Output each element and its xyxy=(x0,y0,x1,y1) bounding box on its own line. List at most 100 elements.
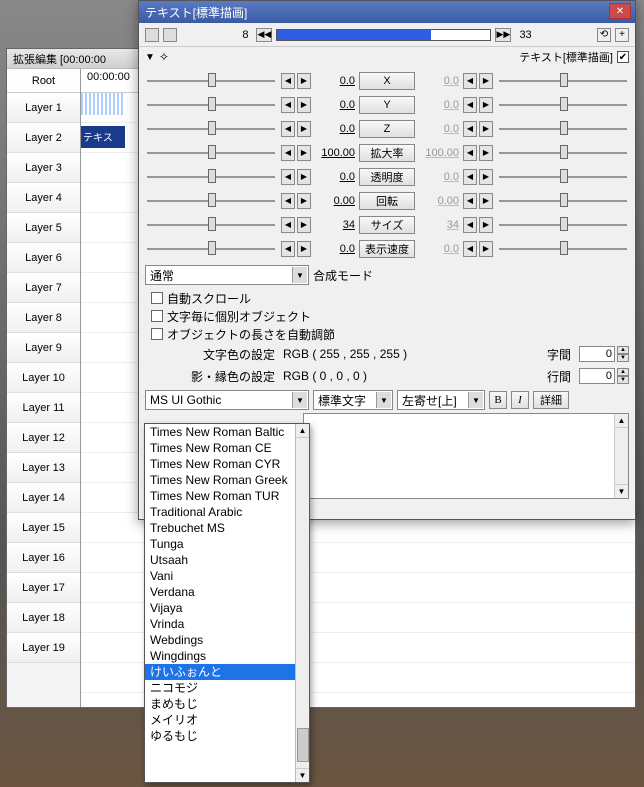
font-option[interactable]: メイリオ xyxy=(145,712,295,728)
scroll-thumb[interactable] xyxy=(297,728,309,762)
param-slider[interactable] xyxy=(143,168,279,186)
chevron-down-icon[interactable]: ▼ xyxy=(376,392,391,408)
scroll-up-icon[interactable]: ▲ xyxy=(296,424,309,438)
param-slider[interactable] xyxy=(495,72,631,90)
param-slider[interactable] xyxy=(143,240,279,258)
param-slider[interactable] xyxy=(495,240,631,258)
layer-label[interactable]: Layer 1 xyxy=(7,93,80,123)
param-slider[interactable] xyxy=(495,216,631,234)
layer-label[interactable]: Layer 13 xyxy=(7,453,80,483)
chevron-down-icon[interactable]: ▼ xyxy=(292,267,307,283)
font-option[interactable]: Tunga xyxy=(145,536,295,552)
layer-label[interactable]: Layer 9 xyxy=(7,333,80,363)
spin-right-icon[interactable]: ▶ xyxy=(297,193,311,209)
fontlist-scrollbar[interactable]: ▲ ▼ xyxy=(295,424,309,782)
font-option[interactable]: Trebuchet MS xyxy=(145,520,295,536)
param-slider[interactable] xyxy=(495,96,631,114)
spin-up-icon[interactable]: ▲ xyxy=(617,368,629,376)
param-name-button[interactable]: Z xyxy=(359,120,415,138)
param-left-value[interactable]: 0.0 xyxy=(313,99,357,111)
checkbox-icon[interactable] xyxy=(151,328,163,340)
spin-down-icon[interactable]: ▼ xyxy=(617,376,629,384)
spin-left-icon[interactable]: ◀ xyxy=(281,241,295,257)
italic-button[interactable]: I xyxy=(511,391,529,409)
font-option[interactable]: Times New Roman TUR xyxy=(145,488,295,504)
spin-right-icon[interactable]: ▶ xyxy=(479,145,493,161)
spin-right-icon[interactable]: ▶ xyxy=(297,97,311,113)
param-slider[interactable] xyxy=(495,120,631,138)
param-right-value[interactable]: 100.00 xyxy=(417,147,461,159)
spin-left-icon[interactable]: ◀ xyxy=(281,217,295,233)
text-clip[interactable]: テキス xyxy=(81,126,125,148)
close-icon[interactable]: ✕ xyxy=(609,3,631,19)
align-combo[interactable]: 左寄せ[上] ▼ xyxy=(397,390,485,410)
layer-label[interactable]: Layer 17 xyxy=(7,573,80,603)
font-combo[interactable]: MS UI Gothic ▼ xyxy=(145,390,309,410)
spin-right-icon[interactable]: ▶ xyxy=(479,193,493,209)
char-spacing-input[interactable] xyxy=(579,346,615,362)
spin-left-icon[interactable]: ◀ xyxy=(463,217,477,233)
spin-right-icon[interactable]: ▶ xyxy=(297,145,311,161)
layer-label[interactable]: Layer 8 xyxy=(7,303,80,333)
font-option[interactable]: Times New Roman Baltic xyxy=(145,424,295,440)
layer-label[interactable]: Layer 5 xyxy=(7,213,80,243)
spin-up-icon[interactable]: ▲ xyxy=(617,346,629,354)
param-slider[interactable] xyxy=(495,168,631,186)
font-type-combo[interactable]: 標準文字 ▼ xyxy=(313,390,393,410)
font-option[interactable]: けいふぉんと xyxy=(145,664,295,680)
param-name-button[interactable]: Y xyxy=(359,96,415,114)
spin-left-icon[interactable]: ◀ xyxy=(281,193,295,209)
tool-icon-2[interactable] xyxy=(163,28,177,42)
param-left-value[interactable]: 34 xyxy=(313,219,357,231)
spin-left-icon[interactable]: ◀ xyxy=(463,193,477,209)
param-name-button[interactable]: X xyxy=(359,72,415,90)
seek-prev-fast-icon[interactable]: ◀◀ xyxy=(256,28,272,42)
spin-left-icon[interactable]: ◀ xyxy=(463,145,477,161)
param-left-value[interactable]: 0.0 xyxy=(313,75,357,87)
font-option[interactable]: Webdings xyxy=(145,632,295,648)
param-right-value[interactable]: 0.0 xyxy=(417,99,461,111)
param-right-value[interactable]: 0.0 xyxy=(417,171,461,183)
char-spacing-spinner[interactable]: ▲▼ xyxy=(579,346,629,362)
param-left-value[interactable]: 0.0 xyxy=(313,171,357,183)
scroll-down-icon[interactable]: ▼ xyxy=(615,484,628,498)
param-name-button[interactable]: 表示速度 xyxy=(359,240,415,258)
chevron-down-icon[interactable]: ▼ xyxy=(468,392,483,408)
font-option[interactable]: Traditional Arabic xyxy=(145,504,295,520)
param-slider[interactable] xyxy=(143,120,279,138)
spin-right-icon[interactable]: ▶ xyxy=(479,169,493,185)
param-slider[interactable] xyxy=(143,192,279,210)
frame-progress[interactable] xyxy=(276,29,491,41)
font-option[interactable]: Vijaya xyxy=(145,600,295,616)
spin-right-icon[interactable]: ▶ xyxy=(479,217,493,233)
layer-label[interactable]: Layer 2 xyxy=(7,123,80,153)
spin-left-icon[interactable]: ◀ xyxy=(463,121,477,137)
param-left-value[interactable]: 0.00 xyxy=(313,195,357,207)
item-header[interactable]: ▼ ✧ テキスト[標準描画] ✔ xyxy=(139,47,635,67)
item-enable-checkbox[interactable]: ✔ xyxy=(617,51,629,63)
layer-label[interactable]: Layer 3 xyxy=(7,153,80,183)
param-name-button[interactable]: サイズ xyxy=(359,216,415,234)
checkbox-icon[interactable] xyxy=(151,310,163,322)
param-right-value[interactable]: 34 xyxy=(417,219,461,231)
anchor-icon[interactable]: ✧ xyxy=(159,50,169,64)
layer-label[interactable]: Layer 19 xyxy=(7,633,80,663)
param-right-value[interactable]: 0.0 xyxy=(417,75,461,87)
spin-left-icon[interactable]: ◀ xyxy=(463,169,477,185)
layer-label[interactable]: Layer 4 xyxy=(7,183,80,213)
spin-right-icon[interactable]: ▶ xyxy=(479,121,493,137)
layer-label[interactable]: Layer 16 xyxy=(7,543,80,573)
param-left-value[interactable]: 0.0 xyxy=(313,243,357,255)
layer-label[interactable]: Layer 14 xyxy=(7,483,80,513)
titlebar[interactable]: テキスト[標準描画] ✕ xyxy=(139,1,635,23)
bold-button[interactable]: B xyxy=(489,391,507,409)
font-option[interactable]: Times New Roman CYR xyxy=(145,456,295,472)
spin-left-icon[interactable]: ◀ xyxy=(463,241,477,257)
spin-right-icon[interactable]: ▶ xyxy=(479,97,493,113)
layer-label[interactable]: Layer 6 xyxy=(7,243,80,273)
option-checkbox-row[interactable]: 文字毎に個別オブジェクト xyxy=(139,307,635,325)
param-slider[interactable] xyxy=(495,144,631,162)
layer-label[interactable]: Layer 7 xyxy=(7,273,80,303)
line-spacing-input[interactable] xyxy=(579,368,615,384)
spin-right-icon[interactable]: ▶ xyxy=(297,169,311,185)
